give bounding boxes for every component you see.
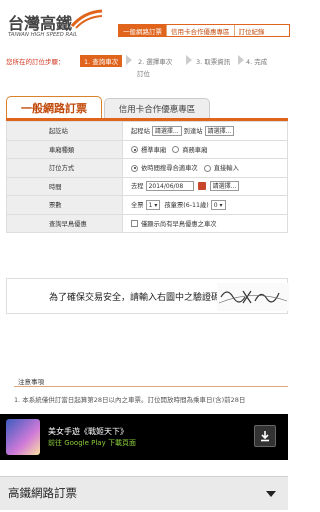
nav-general-booking[interactable]: 一般網路訂票 [119, 25, 166, 36]
step-3: 3. 取票資訊 [196, 58, 231, 66]
logo-text-zh: 台灣高鐵 [8, 14, 73, 33]
form-row-time: 時間 去程 2014/06/08 請選擇... [6, 176, 288, 196]
bottom-menu-label: 高鐵網路訂票 [8, 486, 77, 500]
from-station-label: 起程站 [131, 127, 150, 135]
ad-subtitle: 前往 Google Play 下載頁面 [48, 439, 136, 447]
steps-label: 您所在的訂位步驟： [6, 58, 65, 66]
station-label: 起訖站 [6, 121, 123, 141]
early-bird-checkbox-label: 僅顯示尚有早鳥優惠之車次 [141, 220, 217, 228]
notice-divider [14, 386, 288, 387]
ad-thumbnail-image [6, 419, 40, 455]
form-row-car-type: 車廂種類 標準車廂 商務車廂 [6, 139, 288, 159]
download-icon [261, 431, 269, 442]
notice-title: 注意事項 [18, 378, 44, 386]
form-row-station: 起訖站 起程站 請選擇... 到達站 請選擇... [6, 121, 288, 141]
booking-form: 起訖站 起程站 請選擇... 到達站 請選擇... 車廂種類 標準車廂 商務車廂… [6, 121, 288, 233]
form-row-tickets: 票數 全票 1 ▾ 孩童票(6-11歲) 0 ▾ [6, 195, 288, 215]
step-2: 2. 選擇車次 [138, 58, 173, 66]
booking-method-label: 訂位方式 [6, 158, 123, 178]
download-button[interactable] [254, 425, 276, 447]
captcha-row: 為了確保交易安全，請輸入右圖中之驗證碼： [6, 278, 289, 314]
step-arrow-icon [186, 55, 192, 65]
step-4-suffix: 訂位 [137, 70, 150, 78]
outbound-label: 去程 [131, 183, 144, 191]
time-label: 時間 [6, 176, 123, 196]
captcha-prompt: 為了確保交易安全，請輸入右圖中之驗證碼： [49, 293, 230, 303]
adult-ticket-select[interactable]: 1 ▾ [145, 199, 161, 210]
booking-steps: 您所在的訂位步驟： 1. 查詢車次 2. 選擇車次 3. 取票資訊 4. 完成 … [0, 52, 288, 78]
to-station-select[interactable]: 請選擇... [204, 125, 235, 136]
tab-credit-card[interactable]: 信用卡合作優惠專區 [104, 98, 210, 118]
tab-general-booking[interactable]: 一般網路訂票 [6, 96, 102, 119]
direct-input-label: 直接輸入 [213, 165, 239, 173]
nav-booking-record[interactable]: 訂位紀錄 [233, 25, 269, 36]
step-arrow-icon [238, 55, 244, 65]
tickets-label: 票數 [6, 195, 123, 215]
to-station-label: 到達站 [183, 127, 203, 135]
top-nav: 一般網路訂票 信用卡合作優惠專區 訂位紀錄 [118, 24, 290, 37]
form-row-early-bird: 查詢早鳥優惠 僅顯示尚有早鳥優惠之車次 [6, 213, 288, 233]
step-4: 4. 完成 [246, 58, 268, 66]
search-by-time-radio[interactable] [131, 164, 138, 172]
standard-car-radio[interactable] [131, 146, 138, 154]
business-car-label: 商務車廂 [182, 146, 208, 154]
standard-car-label: 標準車廂 [141, 146, 167, 154]
child-ticket-value: 0 [213, 201, 218, 209]
date-input[interactable]: 2014/06/08 [145, 181, 194, 192]
logo[interactable]: 台灣高鐵 TAIWAN HIGH SPEED RAIL [2, 4, 114, 40]
adult-ticket-value: 1 [148, 201, 153, 209]
ad-banner[interactable]: 美女手遊《戰姬天下》 前往 Google Play 下載頁面 [0, 414, 288, 460]
child-ticket-label: 孩童票(6-11歲) [164, 201, 209, 209]
child-ticket-select[interactable]: 0 ▾ [210, 199, 226, 210]
adult-ticket-label: 全票 [131, 201, 144, 209]
caret-down-icon [266, 491, 276, 497]
step-1-current: 1. 查詢車次 [80, 55, 123, 67]
direct-input-radio[interactable] [203, 164, 211, 172]
step-arrow-icon [126, 55, 132, 65]
logo-text-en: TAIWAN HIGH SPEED RAIL [8, 32, 78, 38]
time-select[interactable]: 請選擇... [209, 181, 240, 192]
early-bird-label: 查詢早鳥優惠 [6, 213, 123, 233]
bottom-menu-select[interactable]: 高鐵網路訂票 [0, 476, 288, 510]
logo-swoosh-icon [70, 9, 103, 29]
early-bird-checkbox[interactable] [131, 220, 138, 228]
notice-text: 1. 本系統僅供訂當日起算第28日以內之車票。訂位開放時間為乘車日(含)前28日 [14, 396, 246, 404]
ad-title: 美女手遊《戰姬天下》 [48, 427, 128, 436]
booking-tabs: 一般網路訂票 信用卡合作優惠專區 [6, 96, 286, 119]
captcha-image [217, 283, 289, 311]
search-by-time-label: 依時間搜尋合適車次 [141, 165, 198, 173]
car-type-label: 車廂種類 [6, 139, 123, 159]
form-row-booking-method: 訂位方式 依時間搜尋合適車次 直接輸入 [6, 158, 288, 178]
business-car-radio[interactable] [172, 146, 180, 154]
calendar-icon[interactable] [197, 182, 206, 191]
nav-credit-card-zone[interactable]: 信用卡合作優惠專區 [166, 25, 234, 36]
from-station-select[interactable]: 請選擇... [151, 125, 182, 136]
